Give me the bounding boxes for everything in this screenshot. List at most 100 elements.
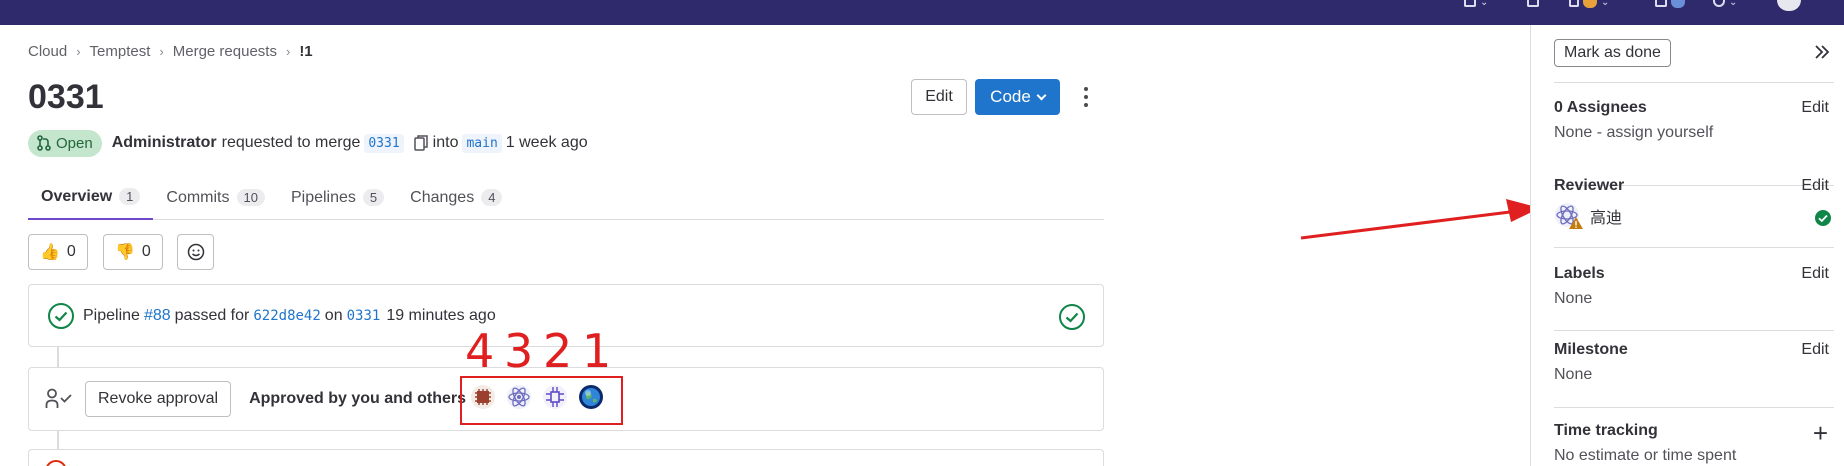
- pipeline-branch-link[interactable]: 0331: [347, 308, 381, 324]
- target-branch[interactable]: main: [462, 133, 502, 153]
- tab-commits[interactable]: Commits 10: [153, 175, 278, 220]
- author-link[interactable]: Administrator: [112, 134, 217, 152]
- right-sidebar: Mark as done 0 Assignees Edit None - ass…: [1530, 25, 1844, 466]
- chevron-right-icon: ›: [285, 44, 291, 59]
- breadcrumb-item-cloud[interactable]: Cloud: [28, 43, 67, 60]
- chevron-right-icon: ›: [159, 44, 164, 59]
- mark-as-done-button[interactable]: Mark as done: [1554, 39, 1671, 67]
- tab-count: 10: [236, 189, 265, 206]
- assignees-title: 0 Assignees: [1554, 99, 1647, 116]
- mr-tabs: Overview 1 Commits 10 Pipelines 5 Change…: [28, 175, 1104, 220]
- thumbs-up-icon: 👍: [40, 244, 60, 261]
- widget-connector: [57, 347, 59, 367]
- add-time-icon[interactable]: +: [1813, 420, 1828, 446]
- widget-status-icon: [45, 460, 67, 466]
- pipeline-id-link[interactable]: #88: [144, 307, 171, 325]
- requested-text: requested to merge: [221, 134, 361, 151]
- tab-count: 5: [362, 189, 385, 206]
- reviewer-edit-link[interactable]: Edit: [1801, 177, 1829, 195]
- sidebar-milestone: Milestone Edit None: [1554, 341, 1834, 408]
- smiley-icon: [187, 243, 204, 261]
- milestone-title: Milestone: [1554, 341, 1628, 358]
- todo-icon[interactable]: [1527, 0, 1539, 8]
- pipeline-time: 19 minutes ago: [386, 306, 496, 324]
- reviewer-approved-icon: [1815, 210, 1831, 226]
- source-branch[interactable]: 0331: [364, 133, 404, 153]
- tab-label: Changes: [410, 188, 475, 206]
- annotation-box: [460, 376, 623, 425]
- reviewer-row[interactable]: 高迪: [1554, 202, 1834, 230]
- revoke-approval-button[interactable]: Revoke approval: [85, 381, 232, 417]
- into-text: into: [432, 134, 459, 151]
- assignees-value[interactable]: None - assign yourself: [1554, 124, 1834, 142]
- mr-meta: Open Administrator requested to merge 03…: [28, 129, 588, 157]
- next-widget: [28, 449, 1104, 466]
- annotation-number: 2: [543, 324, 573, 378]
- sidebar-assignees: 0 Assignees Edit None - assign yourself: [1554, 99, 1834, 186]
- tab-pipelines[interactable]: Pipelines 5: [278, 175, 397, 220]
- sidebar-divider: [1554, 82, 1834, 83]
- annotation-number: 1: [582, 324, 612, 378]
- more-actions-icon[interactable]: [1080, 84, 1092, 110]
- approved-by-text: Approved by you and others: [249, 390, 466, 407]
- breadcrumb: Cloud › Temptest › Merge requests › !1: [28, 43, 313, 60]
- merge-request-open-icon: [37, 135, 51, 151]
- thumbs-up-button[interactable]: 👍 0: [28, 234, 88, 270]
- sidebar-reviewer: Reviewer Edit 高迪: [1554, 177, 1834, 269]
- labels-title: Labels: [1554, 265, 1605, 282]
- tab-label: Overview: [41, 187, 113, 205]
- pipeline-status-success-icon[interactable]: [47, 302, 75, 330]
- breadcrumb-item-merge-requests[interactable]: Merge requests: [173, 43, 277, 60]
- issues-icon[interactable]: ⌄: [1464, 0, 1488, 8]
- assignees-edit-link[interactable]: Edit: [1801, 99, 1829, 117]
- breadcrumb-item-current[interactable]: !1: [299, 43, 312, 60]
- created-time: 1 week ago: [505, 134, 588, 151]
- thumbs-down-button[interactable]: 👎 0: [103, 234, 163, 270]
- chevron-down-icon: [1036, 90, 1047, 100]
- thumbs-down-icon: 👎: [115, 244, 135, 261]
- edit-button[interactable]: Edit: [911, 79, 967, 115]
- sidebar-labels: Labels Edit None: [1554, 265, 1834, 331]
- code-dropdown-button[interactable]: Code: [975, 79, 1060, 115]
- milestone-edit-link[interactable]: Edit: [1801, 341, 1829, 359]
- annotation-number: 3: [504, 324, 534, 378]
- reviewer-title: Reviewer: [1554, 177, 1625, 194]
- pipeline-stage-success-icon[interactable]: [1058, 303, 1086, 331]
- pipeline-on-text: on: [324, 306, 343, 324]
- collapse-sidebar-icon[interactable]: [1813, 43, 1831, 61]
- time-tracking-value: No estimate or time spent: [1554, 447, 1737, 464]
- inbox-icon[interactable]: [1655, 0, 1685, 8]
- status-badge: Open: [28, 129, 102, 157]
- commit-sha-link[interactable]: 622d8e42: [253, 308, 320, 324]
- tab-label: Commits: [166, 188, 230, 206]
- sidebar-divider: [1554, 247, 1834, 248]
- widget-connector: [57, 431, 59, 449]
- page-title: 0331: [28, 78, 104, 116]
- breadcrumb-item-project[interactable]: Temptest: [90, 43, 151, 60]
- help-icon[interactable]: ⌄: [1713, 0, 1737, 8]
- merge-requests-icon[interactable]: ⌄: [1569, 0, 1609, 8]
- reviewer-name: 高迪: [1590, 210, 1623, 227]
- copy-branch-icon[interactable]: [413, 135, 429, 151]
- tab-overview[interactable]: Overview 1: [28, 175, 154, 220]
- tab-changes[interactable]: Changes 4: [397, 175, 515, 220]
- annotation-numbers: 4 3 2 1: [465, 324, 612, 378]
- top-navbar: ⌄ ⌄ ⌄: [0, 0, 1844, 25]
- labels-edit-link[interactable]: Edit: [1801, 265, 1829, 283]
- tab-count: 1: [119, 188, 141, 205]
- sidebar-time-tracking: Time tracking + No estimate or time spen…: [1554, 420, 1834, 466]
- time-tracking-title: Time tracking: [1554, 422, 1658, 439]
- reviewer-avatar-warning-icon: [1555, 203, 1583, 229]
- code-button-label: Code: [990, 87, 1031, 106]
- labels-value: None: [1554, 290, 1593, 307]
- approval-check-icon: [45, 388, 72, 408]
- pipeline-prefix: Pipeline: [83, 306, 140, 324]
- milestone-value: None: [1554, 366, 1593, 383]
- tab-count: 4: [481, 189, 503, 206]
- tab-label: Pipelines: [290, 188, 356, 206]
- user-avatar[interactable]: [1777, 0, 1801, 11]
- add-reaction-button[interactable]: [177, 234, 214, 270]
- annotation-number: 4: [465, 324, 495, 378]
- pipeline-passed-text: passed for: [174, 306, 250, 324]
- thumbs-down-count: 0: [141, 243, 151, 260]
